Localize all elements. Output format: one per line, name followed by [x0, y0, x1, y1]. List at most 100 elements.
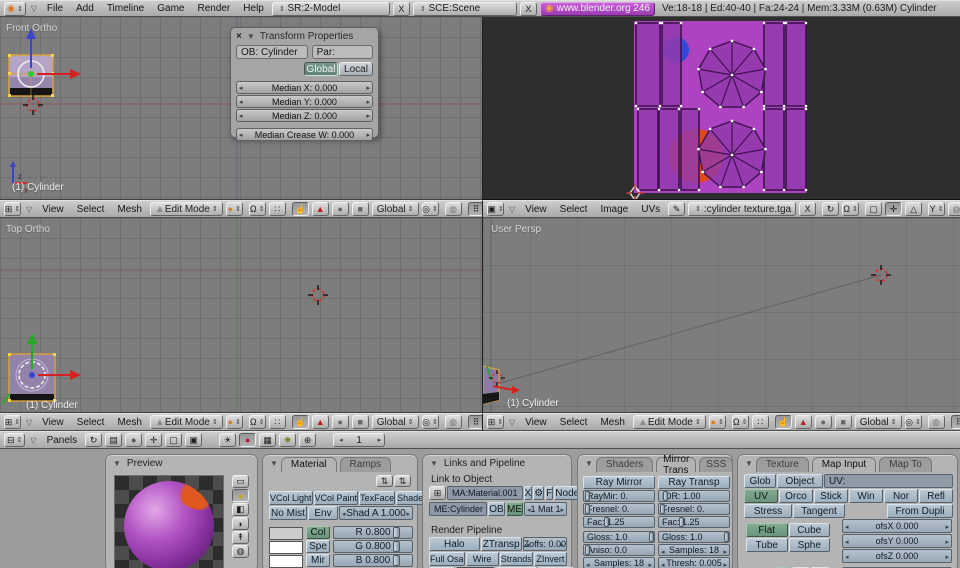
proportional-edit-icon[interactable]: ◍: [444, 415, 462, 429]
uv-image-editor[interactable]: [482, 17, 960, 200]
raymir-slider[interactable]: RayMir: 0.: [583, 490, 655, 502]
tab-ramps[interactable]: Ramps: [339, 456, 392, 472]
fresnel-mir-slider[interactable]: Fresnel: 0.: [583, 503, 655, 515]
strands-toggle[interactable]: Strands: [499, 552, 533, 566]
editor-type-button[interactable]: ⊞ ⇕: [4, 202, 21, 216]
orientation-dropdown[interactable]: Global ⇕: [854, 415, 902, 429]
global-toggle[interactable]: Global: [304, 62, 338, 76]
header-menu-collapse-icon[interactable]: ▽: [507, 205, 517, 214]
r-slider[interactable]: R 0.800: [333, 526, 413, 539]
translate-manipulator-icon[interactable]: ▲: [311, 415, 329, 429]
menu-panels[interactable]: Panels: [42, 435, 83, 446]
object-buttons-icon[interactable]: ✛: [145, 433, 163, 447]
weblink-button[interactable]: ◉ www.blender.org 246: [539, 1, 655, 16]
median-crease-slider[interactable]: ◂ Median Crease W: 0.000 ▸: [236, 128, 373, 141]
proportional-edit-icon[interactable]: ◍: [444, 202, 462, 216]
flat-toggle[interactable]: Flat: [746, 523, 788, 537]
preview-hair-icon[interactable]: ↟: [232, 531, 249, 544]
editor-type-button[interactable]: ⊞ ⇕: [4, 415, 21, 429]
viewport-shading-dropdown[interactable]: ● ⇕: [225, 202, 243, 216]
ofsy-field[interactable]: ◂ ofsY 0.000 ▸: [842, 534, 952, 548]
transform-properties-panel[interactable]: × ▼ Transform Properties OB: Cylinder Pa…: [230, 27, 379, 141]
panel-collapse-icon[interactable]: ▼: [270, 459, 278, 468]
orientation-dropdown[interactable]: Global ⇕: [371, 202, 419, 216]
wire-toggle[interactable]: Wire: [465, 552, 499, 566]
script-buttons-icon[interactable]: ▤: [105, 433, 123, 447]
mirror-color-swatch[interactable]: [269, 555, 303, 568]
fake-user-button[interactable]: F: [545, 486, 554, 500]
diffuse-color-swatch[interactable]: [269, 527, 303, 540]
scale-manipulator-icon[interactable]: ■: [834, 415, 852, 429]
unlink-material-button[interactable]: X: [523, 486, 533, 500]
manipulator-extra-icon[interactable]: ∷: [268, 415, 286, 429]
me-name-field[interactable]: ME:Cylinder: [429, 502, 487, 516]
glob-toggle[interactable]: Glob: [744, 474, 776, 488]
specular-color-swatch[interactable]: [269, 541, 303, 554]
pivot-dropdown[interactable]: Ω ⇕: [248, 202, 266, 216]
lamp-buttons-icon[interactable]: ☀: [219, 433, 237, 447]
panel-close-icon[interactable]: ×: [236, 31, 242, 42]
b-slider[interactable]: B 0.800: [333, 554, 413, 567]
auto-name-icon[interactable]: ⚙: [533, 486, 545, 500]
cursor-3d-top[interactable]: [308, 285, 328, 305]
mode-dropdown[interactable]: ▲ Edit Mode ⇕: [149, 202, 223, 216]
tab-map-to[interactable]: Map To: [879, 456, 932, 472]
texface-toggle[interactable]: TexFace: [359, 491, 396, 505]
rotate-manipulator-icon[interactable]: ●: [331, 202, 349, 216]
spe-button[interactable]: Spe: [306, 540, 330, 553]
manipulator-extra-icon[interactable]: ∷: [268, 202, 286, 216]
menu-view[interactable]: View: [520, 417, 552, 428]
orientation-dropdown[interactable]: Global ⇕: [371, 415, 419, 429]
g-slider[interactable]: G 0.800: [333, 540, 413, 553]
world-buttons-icon[interactable]: ⊕: [299, 433, 317, 447]
win-toggle[interactable]: Win: [849, 489, 883, 503]
vcol-paint-toggle[interactable]: VCol Paint: [313, 491, 359, 505]
no-mist-toggle[interactable]: No Mist: [269, 506, 307, 520]
manipulator-toggle-hand-icon[interactable]: ☝: [774, 415, 792, 429]
tab-shaders[interactable]: Shaders: [595, 456, 654, 472]
manipulator-toggle-hand-icon[interactable]: ☝: [291, 415, 309, 429]
uv-layer-field[interactable]: UV:: [824, 474, 953, 488]
menu-mesh[interactable]: Mesh: [112, 417, 146, 428]
radiosity-buttons-icon[interactable]: ✸: [279, 433, 297, 447]
col-button[interactable]: Col: [306, 526, 330, 539]
logic-buttons-icon[interactable]: ↻: [85, 433, 103, 447]
fac-tra-slider[interactable]: Fac: 1.25: [658, 516, 730, 528]
gloss-mir-slider[interactable]: Gloss: 1.0: [583, 531, 655, 543]
tab-texture[interactable]: Texture: [755, 456, 809, 472]
halo-toggle[interactable]: Halo: [429, 537, 480, 551]
menu-render[interactable]: Render: [192, 3, 235, 14]
full-osa-toggle[interactable]: Full Osa: [429, 552, 465, 566]
translate-manipulator-icon[interactable]: ▲: [311, 202, 329, 216]
shad-a-slider[interactable]: ◂ Shad A 1.000 ▸: [339, 506, 413, 520]
ior-slider[interactable]: IOR: 1.00: [658, 490, 730, 502]
menu-view[interactable]: View: [37, 417, 69, 428]
samples-tra-field[interactable]: ◂ Samples: 18 ▸: [658, 544, 730, 556]
ob-name-field[interactable]: OB: Cylinder: [236, 45, 308, 59]
menu-timeline[interactable]: Timeline: [102, 3, 149, 14]
menu-help[interactable]: Help: [238, 3, 269, 14]
rotate-manipulator-icon[interactable]: ●: [331, 415, 349, 429]
median-z-slider[interactable]: ◂ Median Z: 0.000 ▸: [236, 109, 373, 122]
viewport-top[interactable]: Top Ortho (1) Cylinder: [0, 218, 482, 413]
thresh-tra-field[interactable]: ◂ Thresh: 0.005 ▸: [658, 557, 730, 568]
mir-button[interactable]: Mir: [306, 554, 330, 567]
ray-transp-toggle[interactable]: Ray Transp: [658, 476, 730, 489]
material-buttons-icon[interactable]: ●: [239, 433, 257, 447]
paste-material-icon[interactable]: ⇅: [394, 475, 411, 487]
env-toggle[interactable]: Env: [308, 506, 338, 520]
from-dupli-toggle[interactable]: From Dupli: [887, 504, 953, 518]
scene-selector[interactable]: ⇕ SCE:Scene: [412, 1, 517, 16]
refl-toggle[interactable]: Refl: [919, 489, 953, 503]
viewport-shading-dropdown[interactable]: ● ⇕: [708, 415, 726, 429]
cube-toggle[interactable]: Cube: [788, 523, 830, 537]
mode-dropdown[interactable]: ▲ Edit Mode ⇕: [149, 415, 223, 429]
copy-material-icon[interactable]: ⇅: [376, 475, 393, 487]
cursor-3d-front[interactable]: [23, 95, 43, 115]
update-icon[interactable]: ↻: [822, 202, 840, 216]
gloss-tra-slider[interactable]: Gloss: 1.0: [658, 531, 730, 543]
screen-selector[interactable]: ⇕ SR:2-Model: [271, 1, 390, 16]
translate-manipulator-icon[interactable]: ▲: [794, 415, 812, 429]
ofsx-field[interactable]: ◂ ofsX 0.000 ▸: [842, 519, 952, 533]
menu-select[interactable]: Select: [555, 204, 593, 215]
